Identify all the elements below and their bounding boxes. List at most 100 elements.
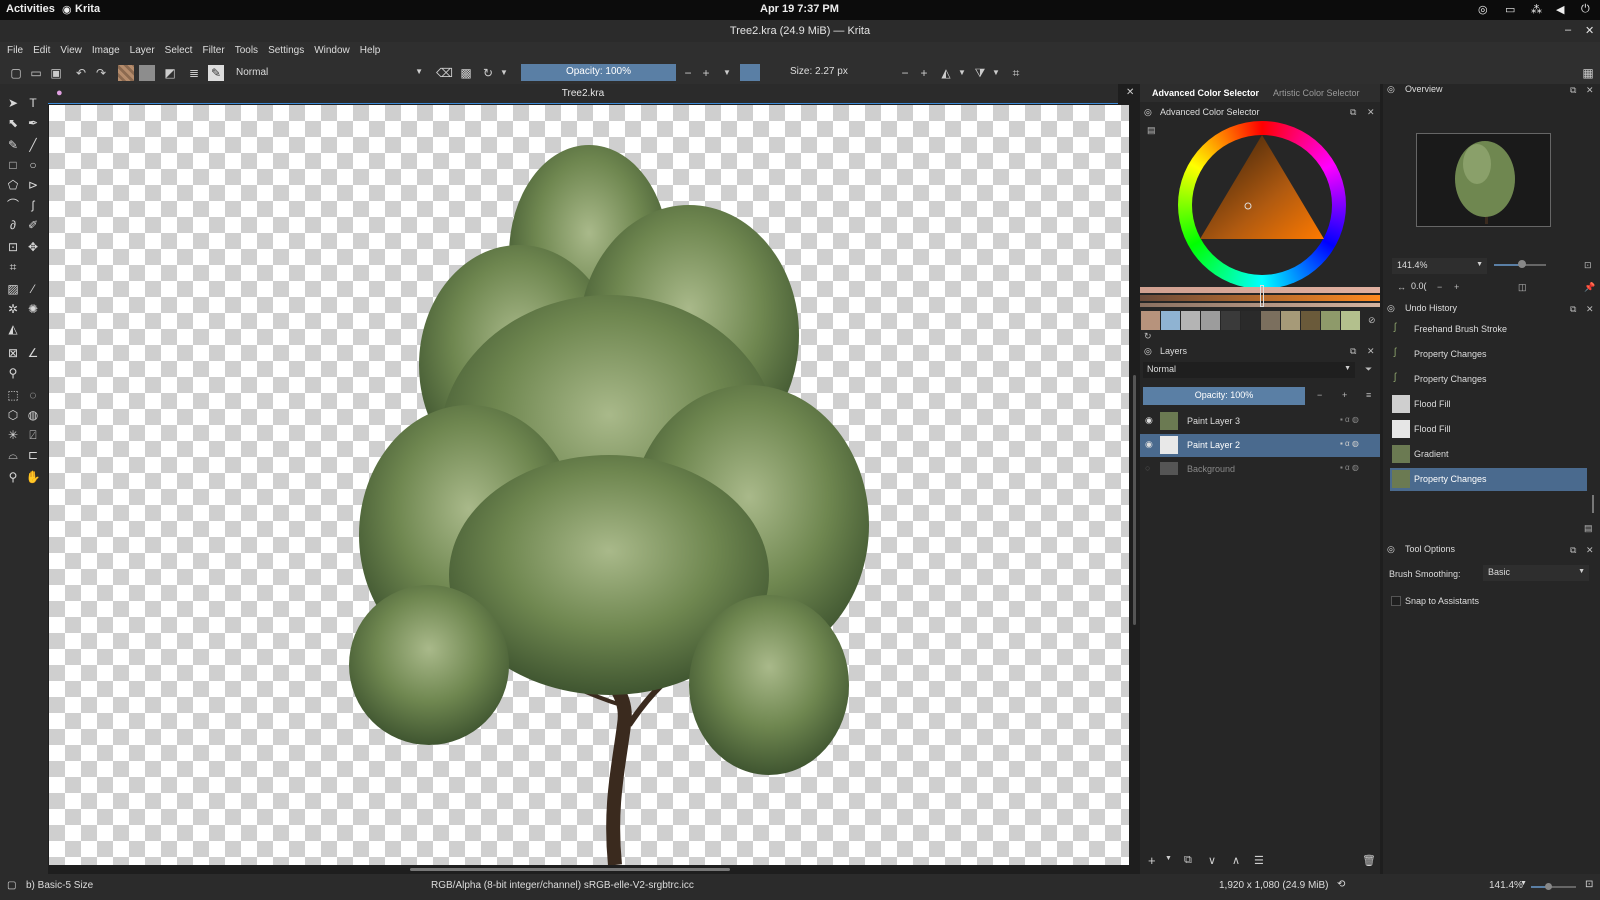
menu-tools[interactable]: Tools xyxy=(230,42,263,59)
overview-zoom-slider[interactable] xyxy=(1494,260,1546,268)
undo-item[interactable]: Flood Fill xyxy=(1390,418,1587,441)
size-slider[interactable]: Size: 2.27 px xyxy=(760,64,895,81)
lock-icon[interactable]: ▪ α ◍ xyxy=(1340,415,1359,424)
color-swatch[interactable] xyxy=(1201,311,1220,330)
volume-icon[interactable]: ◀ xyxy=(1556,3,1564,16)
layer-row[interactable]: ○ Background ▪ α ◍ xyxy=(1140,458,1380,481)
color-swatch[interactable] xyxy=(1241,311,1260,330)
rotate-icon[interactable]: ↔ xyxy=(1397,282,1406,292)
undo-item[interactable]: Gradient xyxy=(1390,443,1587,466)
select-shapes-icon[interactable]: ➤ xyxy=(4,94,22,112)
rect-select-icon[interactable]: ⬚ xyxy=(4,386,22,404)
chevron-down-icon[interactable]: ▼ xyxy=(988,65,1004,81)
reference-tool-icon[interactable]: ⚲ xyxy=(4,364,22,382)
lock-icon[interactable]: ▪ α ◍ xyxy=(1340,463,1359,472)
move-down-icon[interactable]: ∨ xyxy=(1208,854,1216,867)
size-slider-fill[interactable] xyxy=(740,64,760,81)
ellipse-select-icon[interactable]: ◌ xyxy=(24,386,42,404)
menu-icon[interactable]: ≡ xyxy=(1366,390,1371,400)
fg-bg-color-icon[interactable]: ◩ xyxy=(162,65,178,81)
pin-icon[interactable]: 📌 xyxy=(1584,282,1595,293)
overview-zoom-select[interactable]: 141.4% ▼ xyxy=(1392,258,1487,274)
colorize-mask-icon[interactable]: ✲ xyxy=(4,300,22,318)
mirror-view-icon[interactable]: ◫ xyxy=(1518,282,1527,293)
color-triangle[interactable] xyxy=(1178,121,1346,289)
fill-gradients-icon[interactable] xyxy=(118,65,134,81)
eye-hidden-icon[interactable]: ○ xyxy=(1145,463,1150,473)
document-tab[interactable]: ● Tree2.kra ✕ xyxy=(48,84,1134,104)
add-layer-icon[interactable]: + xyxy=(1148,853,1156,868)
freehand-path-icon[interactable]: ʃ xyxy=(24,196,42,214)
bezier-tool-icon[interactable]: ⌒ xyxy=(4,196,22,214)
mirror-vertical-icon[interactable]: ⧩ xyxy=(972,65,988,81)
move-up-icon[interactable]: ∧ xyxy=(1232,854,1240,867)
zoom-tool-icon[interactable]: ⚲ xyxy=(4,468,22,486)
contiguous-select-icon[interactable]: ✳ xyxy=(4,426,22,444)
steam-icon[interactable]: ◎ xyxy=(1478,3,1488,16)
minus-icon[interactable]: − xyxy=(680,65,696,81)
dock-gear-icon[interactable]: ◎ xyxy=(1144,342,1152,360)
undo-icon[interactable]: ↶ xyxy=(73,65,89,81)
layer-row[interactable]: ◉ Paint Layer 3 ▪ α ◍ xyxy=(1140,410,1380,433)
layer-row-selected[interactable]: ◉ Paint Layer 2 ▪ α ◍ xyxy=(1140,434,1380,457)
brush-preset-icon[interactable]: ✎ xyxy=(208,65,224,81)
slider-handle[interactable] xyxy=(1260,285,1264,307)
float-icon[interactable]: ⧉ xyxy=(1570,85,1576,96)
minimize-icon[interactable]: – xyxy=(1565,24,1571,36)
fit-icon[interactable]: ⊡ xyxy=(1584,260,1592,271)
plus-icon[interactable]: + xyxy=(1342,390,1347,400)
layer-name[interactable]: Paint Layer 3 xyxy=(1187,416,1240,426)
menu-view[interactable]: View xyxy=(55,42,87,59)
clock[interactable]: Apr 19 7:37 PM xyxy=(760,3,839,15)
menu-edit[interactable]: Edit xyxy=(28,42,55,59)
canvas-horizontal-scrollbar[interactable] xyxy=(410,868,730,871)
float-icon[interactable]: ⧉ xyxy=(1350,107,1356,118)
tab-artistic-color-selector[interactable]: Artistic Color Selector xyxy=(1273,88,1360,98)
menu-file[interactable]: File xyxy=(2,42,28,59)
assistant-tool-icon[interactable]: ⊠ xyxy=(4,344,22,362)
brush-preset-name[interactable]: b) Basic-5 Size xyxy=(26,880,93,891)
eye-icon[interactable]: ◉ xyxy=(1145,439,1153,450)
color-swatch[interactable] xyxy=(1341,311,1360,330)
color-space[interactable]: RGB/Alpha (8-bit integer/channel) sRGB-e… xyxy=(431,880,694,891)
clipboard-icon[interactable]: ▭ xyxy=(1505,3,1515,16)
app-name[interactable]: Krita xyxy=(75,3,100,15)
color-swatch[interactable] xyxy=(1161,311,1180,330)
brush-smoothing-select[interactable]: Basic ▼ xyxy=(1483,565,1589,581)
refresh-icon[interactable]: ↻ xyxy=(1144,331,1152,342)
color-swatch[interactable] xyxy=(1261,311,1280,330)
settings-icon[interactable]: ▤ xyxy=(1147,125,1156,136)
status-zoom-slider[interactable] xyxy=(1531,883,1576,890)
polygon-select-icon[interactable]: ⬡ xyxy=(4,406,22,424)
duplicate-layer-icon[interactable]: ⧉ xyxy=(1184,854,1192,867)
undo-scrollbar[interactable] xyxy=(1592,495,1594,513)
menu-image[interactable]: Image xyxy=(87,42,125,59)
undo-item[interactable]: ʃ Property Changes xyxy=(1390,368,1587,391)
color-swatch[interactable] xyxy=(1321,311,1340,330)
layer-properties-icon[interactable]: ☰ xyxy=(1254,854,1264,867)
undo-item[interactable]: ʃ Freehand Brush Stroke xyxy=(1390,318,1587,341)
freehand-brush-icon[interactable]: ✎ xyxy=(4,136,22,154)
close-icon[interactable]: ✕ xyxy=(1586,304,1594,315)
menu-window[interactable]: Window xyxy=(309,42,355,59)
plus-icon[interactable]: + xyxy=(1454,282,1459,292)
rectangle-tool-icon[interactable]: □ xyxy=(4,156,22,174)
layer-opacity-slider[interactable]: Opacity: 100% xyxy=(1143,387,1305,405)
overview-preview[interactable] xyxy=(1416,133,1551,227)
color-swatch[interactable] xyxy=(1141,311,1160,330)
menu-select[interactable]: Select xyxy=(160,42,198,59)
fill-patterns-icon[interactable] xyxy=(139,65,155,81)
color-swatch[interactable] xyxy=(1181,311,1200,330)
canvas-vertical-scrollbar[interactable] xyxy=(1133,375,1136,625)
move-tool-icon[interactable]: ✥ xyxy=(24,238,42,256)
similar-select-icon[interactable]: ⍁ xyxy=(24,426,42,444)
undo-item-selected[interactable]: Property Changes xyxy=(1390,468,1587,491)
line-tool-icon[interactable]: ╱ xyxy=(24,136,42,154)
dock-gear-icon[interactable]: ◎ xyxy=(1387,80,1395,98)
menu-layer[interactable]: Layer xyxy=(125,42,160,59)
text-tool-icon[interactable]: T xyxy=(24,94,42,112)
chevron-down-icon[interactable]: ▼ xyxy=(719,65,735,81)
reload-preset-icon[interactable]: ↻ xyxy=(480,65,496,81)
wrap-around-icon[interactable]: ⌗ xyxy=(1008,65,1024,81)
chevron-down-icon[interactable]: ▼ xyxy=(496,65,512,81)
